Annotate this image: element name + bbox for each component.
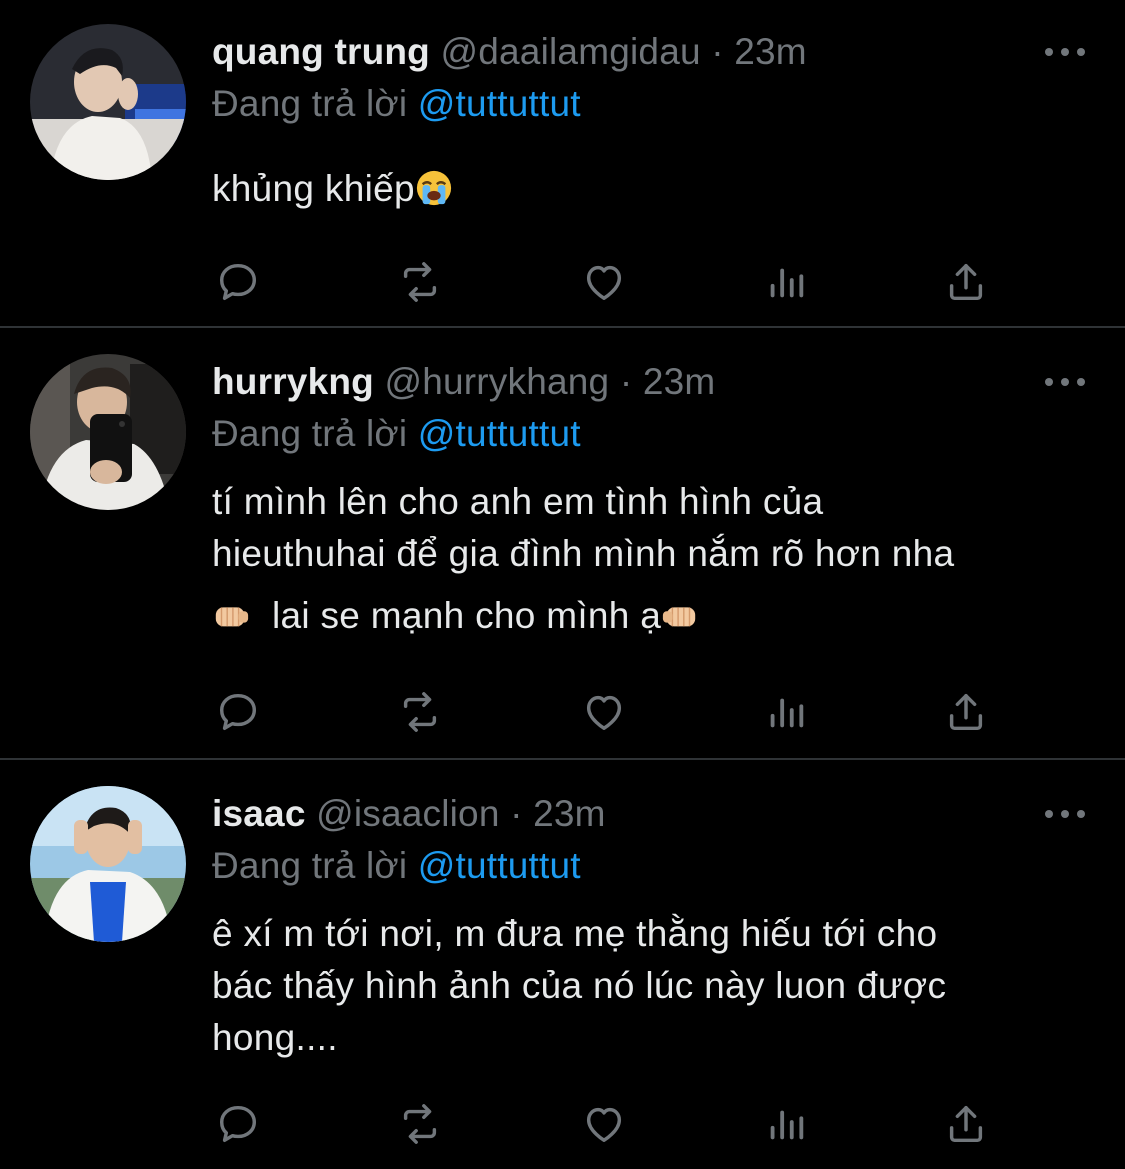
replying-to: Đang trả lời @tuttuttut [212, 412, 581, 456]
timestamp[interactable]: 23m [734, 31, 807, 72]
views-icon[interactable] [760, 688, 812, 736]
share-icon[interactable] [940, 688, 992, 736]
display-name[interactable]: hurrykng [212, 361, 374, 402]
avatar-photo-isaac [30, 786, 186, 942]
separator-dot: · [510, 793, 523, 834]
like-icon[interactable] [578, 688, 630, 736]
tweet-text-line: bác thấy hình ảnh của nó lúc này luon đư… [212, 965, 947, 1006]
tweet-text-line: lai se mạnh cho mình ạ [212, 586, 1092, 646]
tweet-header: quang trung @daailamgidau · 23m [212, 30, 1035, 74]
display-name[interactable]: isaac [212, 793, 306, 834]
reply-mention-link[interactable]: @tuttuttut [418, 845, 581, 886]
timestamp[interactable]: 23m [533, 793, 606, 834]
tweet-text-line: ê xí m tới nơi, m đưa mẹ thằng hiếu tới … [212, 913, 938, 954]
more-options-icon[interactable] [1045, 804, 1085, 824]
reply-mention-link[interactable]: @tuttuttut [418, 83, 581, 124]
oncoming-fist-emoji [212, 592, 250, 630]
tweet-divider [0, 758, 1125, 760]
like-icon[interactable] [578, 1100, 630, 1148]
reply-icon[interactable] [212, 688, 264, 736]
replying-to-label: Đang trả lời [212, 845, 408, 886]
avatar[interactable] [30, 354, 186, 510]
tweet-actions [212, 1100, 1002, 1148]
reply-mention-link[interactable]: @tuttuttut [418, 413, 581, 454]
more-options-icon[interactable] [1045, 372, 1085, 392]
share-icon[interactable] [940, 258, 992, 306]
share-icon[interactable] [940, 1100, 992, 1148]
replying-to: Đang trả lời @tuttuttut [212, 82, 581, 126]
tweet-actions [212, 688, 1002, 736]
tweet-text-line: hieuthuhai để gia đình mình nắm rõ hơn n… [212, 533, 955, 574]
avatar[interactable] [30, 24, 186, 180]
avatar-photo-hurrykng [30, 354, 186, 510]
retweet-icon[interactable] [394, 688, 446, 736]
tweet-header: hurrykng @hurrykhang · 23m [212, 360, 1035, 404]
separator-dot: · [711, 31, 724, 72]
like-icon[interactable] [578, 258, 630, 306]
display-name[interactable]: quang trung [212, 31, 430, 72]
tweet-text-line: hong.... [212, 1017, 338, 1058]
views-icon[interactable] [760, 1100, 812, 1148]
timestamp[interactable]: 23m [643, 361, 716, 402]
loudly-crying-face-emoji [415, 169, 453, 207]
tweet-divider [0, 326, 1125, 328]
replying-to-label: Đang trả lời [212, 83, 408, 124]
retweet-icon[interactable] [394, 1100, 446, 1148]
more-options-icon[interactable] [1045, 42, 1085, 62]
avatar-photo-quang-trung [30, 24, 186, 180]
tweet-actions [212, 258, 1002, 306]
user-handle[interactable]: @hurrykhang [384, 361, 609, 402]
tweet-text-line: tí mình lên cho anh em tình hình của [212, 481, 824, 522]
replying-to: Đang trả lời @tuttuttut [212, 844, 581, 888]
reply-icon[interactable] [212, 1100, 264, 1148]
tweet-text: ê xí m tới nơi, m đưa mẹ thằng hiếu tới … [212, 908, 1092, 1064]
avatar[interactable] [30, 786, 186, 942]
tweet-text: khủng khiếp [212, 164, 1092, 214]
user-handle[interactable]: @daailamgidau [440, 31, 700, 72]
oncoming-fist-emoji [661, 592, 699, 630]
retweet-icon[interactable] [394, 258, 446, 306]
tweet-header: isaac @isaaclion · 23m [212, 792, 1035, 836]
user-handle[interactable]: @isaaclion [316, 793, 500, 834]
replying-to-label: Đang trả lời [212, 413, 408, 454]
tweet-text: tí mình lên cho anh em tình hình của hie… [212, 476, 1092, 646]
reply-icon[interactable] [212, 258, 264, 306]
views-icon[interactable] [760, 258, 812, 306]
separator-dot: · [619, 361, 633, 402]
tweet-text-line: khủng khiếp [212, 164, 1092, 214]
